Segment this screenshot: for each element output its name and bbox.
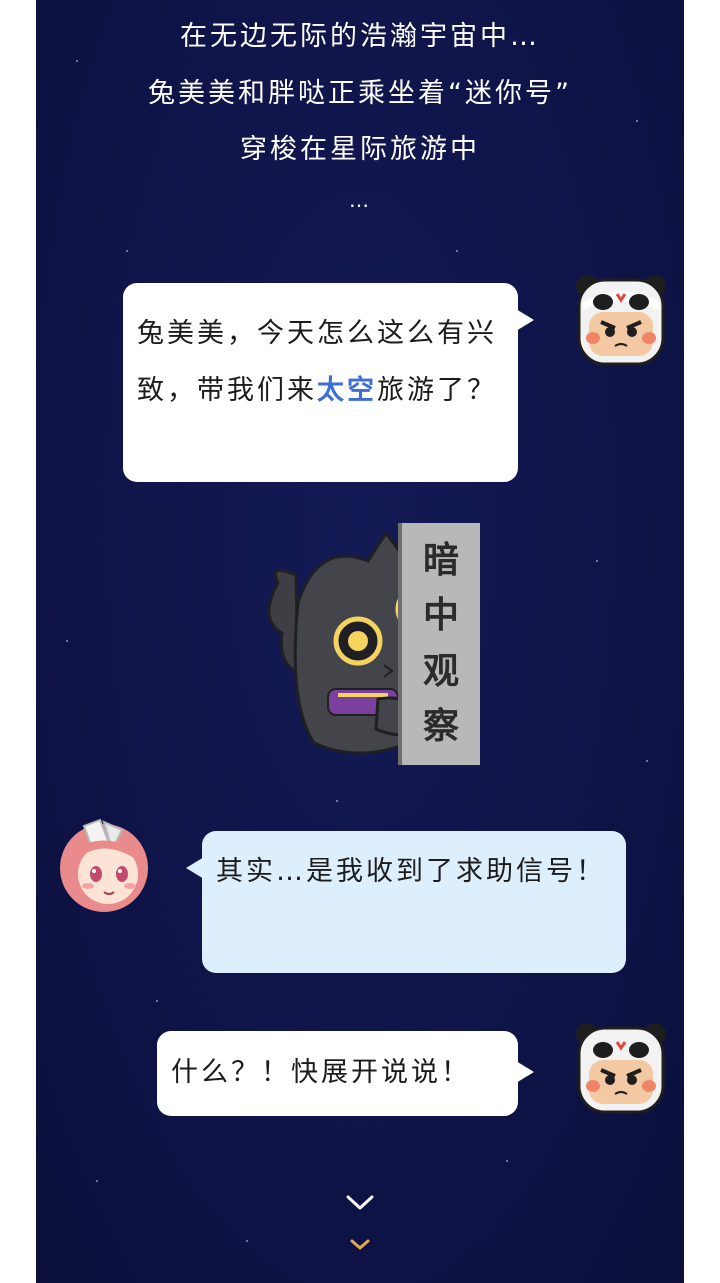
panda-avatar	[575, 1020, 667, 1115]
star	[96, 1180, 98, 1182]
message-text: 什么？！快展开说说！	[171, 1057, 471, 1088]
observe-sign: 暗 中 观 察	[398, 523, 480, 765]
chevron-down-icon[interactable]	[345, 1193, 375, 1213]
intro-line-3: 穿梭在星际旅游中	[240, 134, 480, 165]
sign-char: 中	[422, 595, 459, 637]
scroll-down-hint-secondary[interactable]	[36, 1237, 684, 1256]
rabbit-girl-avatar-icon	[60, 818, 148, 912]
star	[76, 60, 78, 62]
star	[456, 250, 458, 252]
panda-avatar-icon	[576, 1023, 666, 1114]
message-highlight: 太空	[317, 375, 377, 406]
panda-avatar-icon	[576, 275, 666, 366]
star	[126, 250, 128, 252]
star	[66, 640, 68, 642]
sign-char: 察	[422, 706, 459, 748]
panda-avatar	[575, 272, 667, 367]
intro-line-1: 在无边无际的浩瀚宇宙中…	[180, 21, 540, 52]
story-stage: 在无边无际的浩瀚宇宙中… 兔美美和胖哒正乘坐着“迷你号” 穿梭在星际旅游中 … …	[36, 0, 684, 1283]
sign-char: 观	[422, 650, 459, 692]
star	[596, 560, 598, 562]
star	[336, 800, 338, 802]
chevron-down-icon[interactable]	[349, 1238, 371, 1252]
chat-bubble-rabbit: 其实…是我收到了求助信号！	[186, 831, 626, 973]
intro-line-2: 兔美美和胖哒正乘坐着“迷你号”	[148, 78, 572, 109]
scroll-down-hint[interactable]	[36, 1193, 684, 1217]
peeking-cat-sticker: 暗 中 观 察	[258, 523, 482, 765]
intro-ellipsis: …	[349, 188, 371, 212]
rabbit-girl-avatar	[54, 816, 154, 916]
message-text: 其实…是我收到了求助信号！	[216, 856, 606, 887]
black-cat-icon	[267, 530, 418, 755]
chat-bubble-panda-2: 什么？！快展开说说！	[157, 1031, 534, 1116]
message-text: 旅游了？	[377, 375, 497, 406]
chat-bubble-panda-1: 兔美美，今天怎么这么有兴致，带我们来太空旅游了？	[123, 283, 534, 482]
star	[156, 1000, 158, 1002]
star	[636, 120, 638, 122]
star	[506, 1160, 508, 1162]
star	[646, 760, 648, 762]
sign-char: 暗	[422, 539, 459, 581]
